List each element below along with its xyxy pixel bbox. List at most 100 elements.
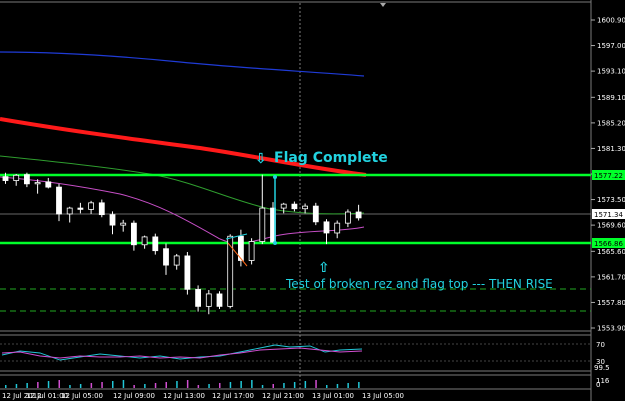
candle-bear[interactable] [323, 221, 330, 234]
candle-bear[interactable] [184, 255, 191, 290]
candle-bear[interactable] [23, 174, 30, 185]
price-tick-label: 1585.20 [597, 119, 625, 127]
chart-frame [0, 0, 592, 401]
histogram-bar [26, 383, 28, 388]
price-tick-label: 1569.60 [597, 222, 625, 230]
histogram-bar [122, 380, 125, 388]
time-label-3: 12 Jul 09:00 [113, 392, 155, 400]
histogram-bar [112, 381, 114, 388]
candle-bear[interactable] [2, 176, 9, 181]
ma-magenta [0, 176, 365, 244]
candle-bear[interactable] [152, 236, 159, 252]
price-tick-label: 1600.90 [597, 17, 625, 25]
time-label-2: 12 Jul 05:00 [61, 392, 103, 400]
price-chart[interactable]: ⇩ Flag Complete ⇧ Test of broken rez and… [0, 0, 625, 401]
svg-text:1566.86: 1566.86 [594, 240, 623, 248]
histogram-bar [272, 384, 274, 388]
histogram-bar [336, 384, 339, 388]
svg-text:1577.22: 1577.22 [594, 172, 623, 180]
flag-complete-arrow: ⇩ [255, 151, 267, 167]
histogram-bar [154, 383, 157, 388]
histogram-bar [37, 382, 39, 388]
candle-bear[interactable] [195, 288, 202, 307]
candle-bull[interactable] [66, 207, 73, 215]
histogram-bar [251, 380, 253, 388]
time-label-4: 12 Jul 13:00 [163, 392, 205, 400]
candle-bull[interactable] [248, 241, 255, 261]
candle-bear[interactable] [56, 186, 62, 215]
candle-bull[interactable] [205, 293, 212, 307]
histogram-bar [79, 384, 82, 388]
price-tick-label: 1581.30 [597, 145, 625, 153]
volume-histogram [5, 380, 360, 388]
histogram-bar [229, 382, 232, 388]
oscillator-panel [0, 343, 591, 362]
candle-bear[interactable] [355, 211, 362, 219]
time-label-8: 13 Jul 05:00 [362, 392, 404, 400]
histogram-bar [165, 382, 167, 388]
time-label-7: 13 Jul 01:00 [312, 392, 354, 400]
candle-bull[interactable] [34, 182, 41, 185]
histogram-bar [283, 383, 285, 388]
histogram-bar [186, 380, 189, 388]
histogram-bar [304, 381, 307, 388]
histogram-bar [240, 381, 242, 388]
candle-bull[interactable] [227, 235, 234, 307]
candle-bear[interactable] [98, 202, 105, 216]
candle-bear[interactable] [77, 207, 84, 210]
price-tag-support: 1566.86 [592, 238, 625, 248]
candle-bull[interactable] [141, 236, 148, 246]
price-tag-current: 1571.34 [592, 209, 625, 219]
price-tick-label: 1573.50 [597, 196, 625, 204]
candle-bear[interactable] [312, 205, 319, 223]
candle-bull[interactable] [88, 202, 94, 210]
oscillator-line-magenta [1, 347, 363, 359]
candle-bull[interactable] [259, 207, 266, 242]
histogram-bar [208, 384, 210, 388]
candle-bear[interactable] [216, 293, 223, 307]
histogram-bar [197, 385, 200, 388]
svg-text:1571.34: 1571.34 [594, 211, 623, 219]
price-tag-resistance: 1577.22 [592, 170, 625, 180]
time-label-6: 12 Jul 21:00 [262, 392, 304, 400]
histogram-bar [315, 380, 317, 388]
test-annotation: Test of broken rez and flag top --- THEN… [285, 277, 553, 291]
candle-bear[interactable] [45, 181, 52, 188]
candle-bear[interactable] [291, 203, 298, 210]
histogram-bar [90, 383, 93, 388]
histogram-bar [144, 384, 146, 388]
candle-bull[interactable] [344, 211, 351, 224]
candle-bear[interactable] [109, 214, 116, 226]
histogram-bar [293, 382, 296, 388]
candle-bull[interactable] [280, 203, 287, 209]
candle-bull[interactable] [334, 222, 341, 234]
histogram-bar [69, 385, 71, 388]
histogram-bar [15, 384, 18, 388]
chart-shift-marker[interactable] [380, 3, 386, 7]
time-label-5: 12 Jul 17:00 [212, 392, 254, 400]
ma-red [0, 117, 367, 177]
histogram-bar [326, 385, 328, 388]
candle-bull[interactable] [13, 174, 20, 181]
histogram-bar [101, 382, 103, 388]
histogram-bar [358, 382, 360, 388]
price-tick-label: 1561.70 [597, 273, 625, 281]
histogram-bar [261, 385, 264, 388]
histogram-bar [219, 383, 221, 388]
histogram-bar [347, 383, 349, 388]
candle-bear[interactable] [130, 222, 137, 246]
price-tick-label: 1593.10 [597, 68, 625, 76]
candle-bull[interactable] [302, 205, 309, 210]
candle-bear[interactable] [163, 248, 169, 266]
indicator-level-70: 70 [596, 341, 605, 349]
histogram-bar [133, 385, 135, 388]
histogram-level-top: 99.5 [594, 364, 610, 372]
flag-complete-label: Flag Complete [274, 150, 388, 166]
histogram-bar [58, 380, 60, 388]
ma-blue [0, 51, 365, 77]
price-tick-label: 1597.00 [597, 42, 625, 50]
candle-bull[interactable] [173, 255, 180, 266]
price-tick-label: 1565.60 [597, 248, 625, 256]
candle-bull[interactable] [120, 222, 127, 226]
test-arrow: ⇧ [318, 260, 330, 276]
